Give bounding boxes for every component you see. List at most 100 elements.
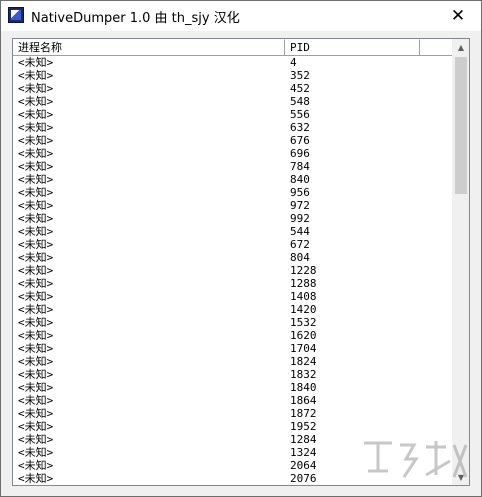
- process-name-cell: <未知>: [18, 173, 54, 186]
- close-button[interactable]: ✕: [435, 1, 481, 31]
- pid-cell: 676: [290, 134, 310, 147]
- table-row[interactable]: <未知> 1288: [13, 277, 454, 290]
- table-row[interactable]: <未知> 1824: [13, 355, 454, 368]
- pid-cell: 556: [290, 108, 310, 121]
- process-name-cell: <未知>: [18, 303, 54, 316]
- chevron-down-icon: ▼: [457, 472, 465, 482]
- table-row[interactable]: <未知> 4: [13, 56, 454, 69]
- process-name-cell: <未知>: [18, 290, 54, 303]
- table-row[interactable]: <未知> 1872: [13, 407, 454, 420]
- pid-cell: 544: [290, 225, 310, 238]
- table-row[interactable]: <未知> 1832: [13, 368, 454, 381]
- table-row[interactable]: <未知> 956: [13, 186, 454, 199]
- pid-cell: 1288: [290, 277, 317, 290]
- process-name-cell: <未知>: [18, 160, 54, 173]
- close-icon: ✕: [450, 6, 466, 26]
- pid-cell: 2076: [290, 472, 317, 485]
- process-name-cell: <未知>: [18, 420, 54, 433]
- process-name-cell: <未知>: [18, 69, 54, 82]
- pid-cell: 696: [290, 147, 310, 160]
- process-name-cell: <未知>: [18, 381, 54, 394]
- process-name-cell: <未知>: [18, 95, 54, 108]
- pid-cell: 1228: [290, 264, 317, 277]
- pid-cell: 1284: [290, 433, 317, 446]
- pid-cell: 1620: [290, 329, 317, 342]
- process-name-cell: <未知>: [18, 459, 54, 472]
- table-row[interactable]: <未知> 1408: [13, 290, 454, 303]
- pid-cell: 804: [290, 251, 310, 264]
- table-row[interactable]: <未知> 544: [13, 225, 454, 238]
- scroll-down-button[interactable]: ▼: [453, 469, 469, 485]
- table-row[interactable]: <未知> 676: [13, 134, 454, 147]
- process-name-cell: <未知>: [18, 56, 54, 69]
- table-row[interactable]: <未知> 632: [13, 121, 454, 134]
- pid-cell: 1840: [290, 381, 317, 394]
- pid-cell: 2064: [290, 459, 317, 472]
- process-name-cell: <未知>: [18, 368, 54, 381]
- process-name-cell: <未知>: [18, 394, 54, 407]
- table-row[interactable]: <未知> 1840: [13, 381, 454, 394]
- table-row[interactable]: <未知> 1284: [13, 433, 454, 446]
- table-row[interactable]: <未知> 972: [13, 199, 454, 212]
- pid-cell: 956: [290, 186, 310, 199]
- pid-cell: 1824: [290, 355, 317, 368]
- vertical-scrollbar[interactable]: ▲ ▼: [452, 39, 469, 485]
- list-header: 进程名称 PID: [13, 39, 454, 56]
- table-row[interactable]: <未知> 696: [13, 147, 454, 160]
- process-name-cell: <未知>: [18, 147, 54, 160]
- pid-cell: 548: [290, 95, 310, 108]
- table-row[interactable]: <未知> 992: [13, 212, 454, 225]
- pid-cell: 1832: [290, 368, 317, 381]
- table-row[interactable]: <未知> 804: [13, 251, 454, 264]
- table-row[interactable]: <未知> 784: [13, 160, 454, 173]
- scroll-up-button[interactable]: ▲: [453, 39, 469, 55]
- table-row[interactable]: <未知> 1864: [13, 394, 454, 407]
- scroll-thumb[interactable]: [455, 57, 467, 194]
- pid-cell: 4: [290, 56, 297, 69]
- title-bar[interactable]: NativeDumper 1.0 由 th_sjy 汉化 ✕: [1, 1, 481, 31]
- table-row[interactable]: <未知> 1420: [13, 303, 454, 316]
- table-row[interactable]: <未知> 1620: [13, 329, 454, 342]
- process-name-cell: <未知>: [18, 407, 54, 420]
- chevron-up-icon: ▲: [457, 42, 465, 52]
- pid-cell: 1420: [290, 303, 317, 316]
- process-name-cell: <未知>: [18, 186, 54, 199]
- pid-cell: 632: [290, 121, 310, 134]
- column-header-pid[interactable]: PID: [285, 39, 420, 55]
- pid-cell: 784: [290, 160, 310, 173]
- table-row[interactable]: <未知> 452: [13, 82, 454, 95]
- process-name-cell: <未知>: [18, 342, 54, 355]
- table-row[interactable]: <未知> 1228: [13, 264, 454, 277]
- column-header-filler: [420, 39, 454, 55]
- process-name-cell: <未知>: [18, 446, 54, 459]
- process-name-cell: <未知>: [18, 264, 54, 277]
- table-row[interactable]: <未知> 1324: [13, 446, 454, 459]
- process-name-cell: <未知>: [18, 121, 54, 134]
- table-row[interactable]: <未知> 672: [13, 238, 454, 251]
- list-rows: <未知> 4 <未知> 352 <未知> 452 <未知> 548 <未知> 556 <未知> 632…: [13, 56, 454, 485]
- pid-cell: 1324: [290, 446, 317, 459]
- process-list[interactable]: 进程名称 PID <未知> 4 <未知> 352 <未知> 452 <未知> 548 <未知> 5…: [12, 38, 470, 486]
- table-row[interactable]: <未知> 2064: [13, 459, 454, 472]
- pid-cell: 1864: [290, 394, 317, 407]
- table-row[interactable]: <未知> 840: [13, 173, 454, 186]
- process-name-cell: <未知>: [18, 251, 54, 264]
- table-row[interactable]: <未知> 2076: [13, 472, 454, 485]
- pid-cell: 352: [290, 69, 310, 82]
- table-row[interactable]: <未知> 556: [13, 108, 454, 121]
- process-name-cell: <未知>: [18, 238, 54, 251]
- table-row[interactable]: <未知> 548: [13, 95, 454, 108]
- column-header-name[interactable]: 进程名称: [13, 39, 285, 55]
- process-name-cell: <未知>: [18, 134, 54, 147]
- window-title: NativeDumper 1.0 由 th_sjy 汉化: [31, 11, 240, 26]
- table-row[interactable]: <未知> 352: [13, 69, 454, 82]
- table-row[interactable]: <未知> 1704: [13, 342, 454, 355]
- pid-cell: 992: [290, 212, 310, 225]
- pid-cell: 1532: [290, 316, 317, 329]
- table-row[interactable]: <未知> 1952: [13, 420, 454, 433]
- process-name-cell: <未知>: [18, 82, 54, 95]
- app-icon: [8, 7, 24, 23]
- table-row[interactable]: <未知> 1532: [13, 316, 454, 329]
- pid-cell: 1872: [290, 407, 317, 420]
- process-name-cell: <未知>: [18, 199, 54, 212]
